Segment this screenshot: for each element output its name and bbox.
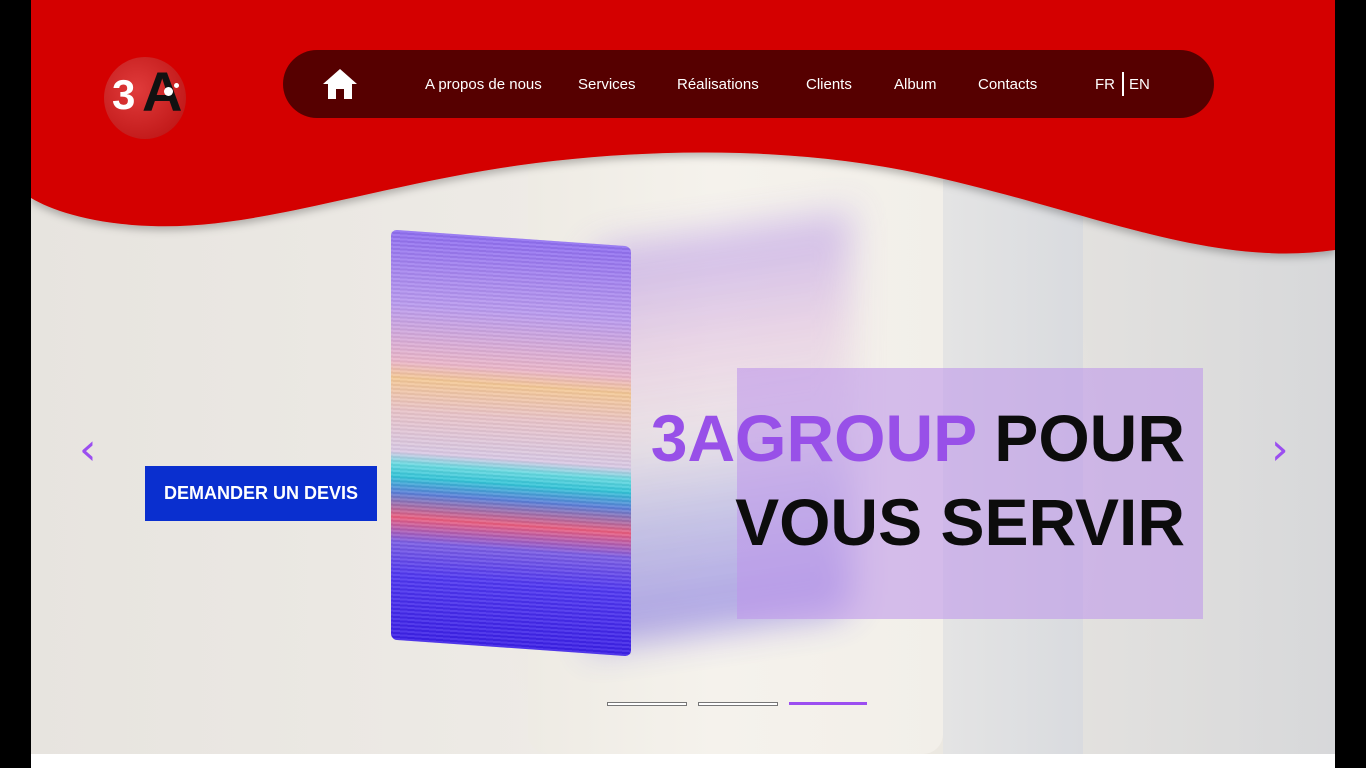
nav-item-about[interactable]: A propos de nous: [425, 76, 542, 93]
lang-fr[interactable]: FR: [1095, 76, 1115, 93]
page: 3 A A propos de nous Services Réalisatio…: [31, 0, 1335, 754]
nav-item-realisations[interactable]: Réalisations: [677, 76, 759, 93]
headline-accent: 3AGROUP: [650, 401, 976, 475]
lang-en[interactable]: EN: [1129, 76, 1150, 93]
nav-item-album[interactable]: Album: [894, 76, 937, 93]
lang-separator: [1122, 72, 1124, 96]
nav-item-clients[interactable]: Clients: [806, 76, 852, 93]
logo-number: 3: [112, 71, 135, 118]
headline-line-2: VOUS SERVIR: [735, 485, 1185, 559]
main-nav: A propos de nous Services Réalisations C…: [283, 50, 1214, 118]
slider-dot-1[interactable]: [607, 702, 687, 706]
home-icon[interactable]: [321, 67, 359, 101]
page-bottom-strip: [31, 754, 1335, 768]
hero-headline: 3AGROUP POUR VOUS SERVIR: [651, 396, 1185, 564]
logo-dot: [174, 83, 179, 88]
nav-item-contacts[interactable]: Contacts: [978, 76, 1037, 93]
headline-line-1: 3AGROUP POUR: [651, 396, 1185, 480]
hero-artwork-block: [391, 229, 631, 657]
slider-dot-2[interactable]: [698, 702, 778, 706]
logo-dot: [164, 87, 173, 96]
headline-rest: POUR: [975, 401, 1185, 475]
request-quote-button[interactable]: DEMANDER UN DEVIS: [145, 466, 377, 521]
chevron-right-icon[interactable]: ›: [1271, 428, 1289, 472]
logo-letter: A: [142, 60, 183, 123]
chevron-left-icon[interactable]: ‹: [79, 428, 97, 472]
nav-item-services[interactable]: Services: [578, 76, 636, 93]
header-wave: [31, 0, 1335, 254]
brand-logo[interactable]: 3 A: [104, 57, 186, 139]
slider-dot-3[interactable]: [789, 702, 867, 705]
